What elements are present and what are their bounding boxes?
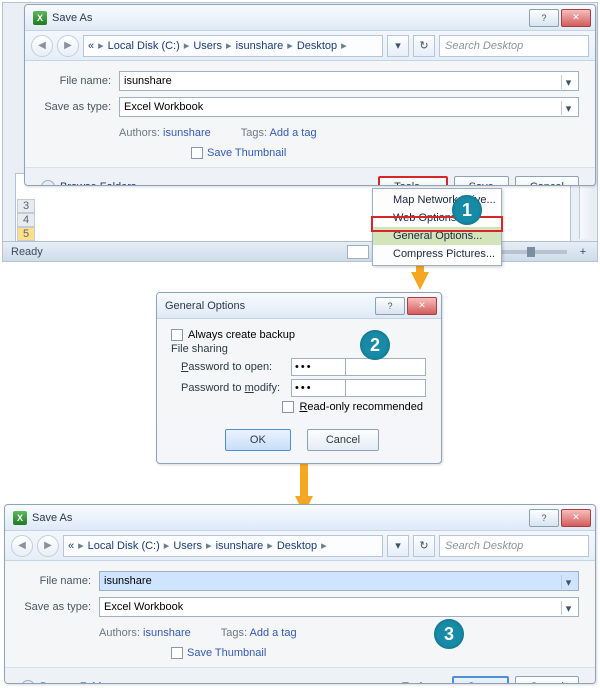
breadcrumb-2[interactable]: «▸ Local Disk (C:)▸ Users▸ isunshare▸ De… [63, 535, 383, 557]
close-icon-2[interactable]: ✕ [561, 509, 591, 527]
row-4[interactable]: 4 [17, 213, 35, 227]
password-modify-input[interactable] [291, 379, 346, 397]
search-input-2[interactable]: Search Desktop [439, 535, 589, 557]
cancel-button-2[interactable]: Cancel [515, 676, 579, 684]
row-5[interactable]: 5 [17, 227, 35, 241]
password-open-label: Password to open: [181, 361, 291, 373]
breadcrumb[interactable]: «▸ Local Disk (C:)▸ Users▸ isunshare▸ De… [83, 35, 383, 57]
tools-button[interactable]: Tools ▼ [378, 176, 448, 186]
always-backup-label: Always create backup [188, 329, 295, 341]
go-title: General Options [165, 300, 245, 312]
window-title-2: Save As [32, 512, 72, 524]
save-as-type-field-2[interactable]: Excel Workbook▾ [99, 597, 579, 617]
help-icon-2[interactable]: ? [529, 509, 559, 527]
go-cancel-button[interactable]: Cancel [307, 429, 379, 451]
save-thumbnail-label: Save Thumbnail [207, 147, 286, 159]
password-open-extra[interactable] [346, 358, 426, 376]
tags-value[interactable]: Add a tag [269, 127, 316, 139]
callout-2: 2 [360, 330, 390, 360]
arrow-2-shaft [300, 464, 308, 496]
callout-3: 3 [434, 619, 464, 649]
save-as-type-field[interactable]: Excel Workbook▾ [119, 97, 579, 117]
tools-button-2[interactable]: Tools ▼ [402, 681, 440, 684]
password-modify-extra[interactable] [346, 379, 426, 397]
authors-value[interactable]: isunshare [163, 127, 211, 139]
breadcrumb-dropdown-2[interactable]: ▾ [387, 535, 409, 557]
tags-label: Tags: [241, 127, 267, 139]
authors-value-2[interactable]: isunshare [143, 627, 191, 639]
excel-icon-2: X [13, 511, 27, 525]
file-name-field-2[interactable]: isunshare▾ [99, 571, 579, 591]
callout-1: 1 [452, 195, 482, 225]
row-3[interactable]: 3 [17, 199, 35, 213]
cancel-button-1[interactable]: Cancel [515, 176, 579, 186]
readonly-label: Read-only recommended [299, 401, 423, 413]
chevron-down-icon-2: ▼ [432, 683, 440, 685]
save-button-2[interactable]: Save [452, 676, 509, 684]
tags-label-2: Tags: [221, 627, 247, 639]
view-normal[interactable] [347, 245, 369, 259]
save-as-type-label-2: Save as type: [21, 601, 91, 613]
save-thumbnail-checkbox-2[interactable] [171, 647, 183, 659]
menu-general-options[interactable]: General Options... [373, 227, 501, 245]
save-as-dialog-2: X Save As ? ✕ ◀ ▶ «▸ Local Disk (C:)▸ Use… [4, 504, 596, 684]
password-open-input[interactable] [291, 358, 346, 376]
search-input[interactable]: Search Desktop [439, 35, 589, 57]
refresh-icon[interactable]: ↻ [413, 35, 435, 57]
authors-label-2: Authors: [99, 627, 140, 639]
breadcrumb-dropdown[interactable]: ▾ [387, 35, 409, 57]
go-ok-button[interactable]: OK [225, 429, 291, 451]
nav-forward-2[interactable]: ▶ [37, 535, 59, 557]
save-thumbnail-label-2: Save Thumbnail [187, 647, 266, 659]
general-options-dialog: General Options ? ✕ Always create backup… [156, 292, 442, 464]
status-ready: Ready [11, 246, 43, 258]
close-icon[interactable]: ✕ [561, 9, 591, 27]
readonly-checkbox[interactable] [282, 401, 294, 413]
go-help-icon[interactable]: ? [375, 297, 405, 315]
go-close-icon[interactable]: ✕ [407, 297, 437, 315]
nav-forward[interactable]: ▶ [57, 35, 79, 57]
password-modify-label: Password to modify: [181, 382, 291, 394]
browse-folders-2[interactable]: ▾Browse Folders [21, 680, 116, 684]
save-button-1[interactable]: Save [454, 176, 509, 186]
file-name-label: File name: [41, 75, 111, 87]
file-name-field[interactable]: isunshare▾ [119, 71, 579, 91]
excel-icon: X [33, 11, 47, 25]
authors-label: Authors: [119, 127, 160, 139]
menu-map-network-drive[interactable]: Map Network Drive... [373, 191, 501, 209]
always-backup-checkbox[interactable] [171, 329, 183, 341]
nav-back-2[interactable]: ◀ [11, 535, 33, 557]
browse-folders[interactable]: ▾Browse Folders [41, 180, 136, 186]
chevron-down-icon: ▼ [424, 183, 432, 187]
save-as-type-label: Save as type: [41, 101, 111, 113]
tools-menu: Map Network Drive... Web Options... Gene… [372, 188, 502, 266]
file-name-label-2: File name: [21, 575, 91, 587]
save-thumbnail-checkbox[interactable] [191, 147, 203, 159]
nav-back[interactable]: ◀ [31, 35, 53, 57]
zoom-in[interactable]: + [577, 246, 589, 258]
help-icon[interactable]: ? [529, 9, 559, 27]
arrow-1-head [411, 272, 429, 290]
menu-compress-pictures[interactable]: Compress Pictures... [373, 245, 501, 263]
refresh-icon-2[interactable]: ↻ [413, 535, 435, 557]
window-title: Save As [52, 12, 92, 24]
save-as-dialog-1: X Save As ? ✕ ◀ ▶ «▸ Local Disk (C:)▸ Use… [24, 4, 596, 186]
tags-value-2[interactable]: Add a tag [249, 627, 296, 639]
